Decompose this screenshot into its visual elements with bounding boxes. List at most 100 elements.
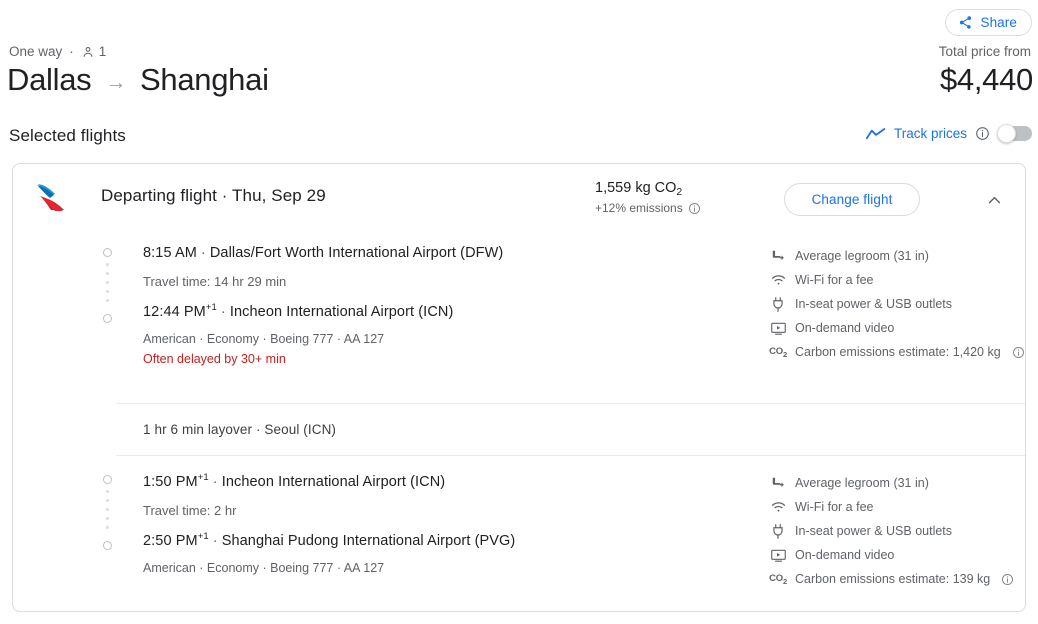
layover-info: 1 hr 6 min layover · Seoul (ICN) [143,422,337,437]
leg-2-amenities: Average legroom (31 in) Wi-Fi for a fee [769,471,1014,591]
emissions-info-icon[interactable] [688,202,701,215]
amenity-label: In-seat power & USB outlets [795,524,953,538]
leg-1-depart-time: 8:15 AM [143,245,197,261]
divider-above-layover [116,403,1025,404]
amenity-wifi: Wi-Fi for a fee [770,268,1025,292]
passenger-count-group: 1 [81,44,107,59]
leg-1-meta: American · Economy · Boeing 777 · AA 127 [143,331,385,346]
carbon-info-icon[interactable] [1012,346,1025,359]
leg-1-amenities: Average legroom (31 in) Wi-Fi for a fee [769,244,1025,364]
page-title: Selected flights [9,126,126,145]
leg-2-meta: American · Economy · Boeing 777 · AA 127 [143,560,385,575]
destination-city: Shanghai [140,62,269,97]
flight-results-page: Share One way · 1 Dallas → Shanghai Tota… [0,0,1038,624]
leg-2-body: 1:50 PM+1 · Incheon International Airport … [143,472,515,575]
power-plug-icon [770,296,786,312]
total-price-value: $4,440 [939,62,1033,97]
amenity-label: In-seat power & USB outlets [795,297,953,311]
passenger-count: 1 [98,44,107,59]
dot-separator: · [212,473,218,490]
flight-card-title: Departing flight · Thu, Sep 29 [101,186,326,205]
leg-2-departure-row: 1:50 PM+1 · Incheon International Airport … [143,472,515,490]
amenity-label: Carbon emissions estimate: 1,420 kg [795,345,1001,359]
divider-below-layover [116,455,1025,456]
amenity-power: In-seat power & USB outlets [770,519,1014,543]
origin-city: Dallas [7,62,92,97]
wifi-icon [770,501,786,513]
amenity-video: On-demand video [770,316,1025,340]
emissions-delta-row: +12% emissions [595,201,701,215]
emissions-total-text: 1,559 kg CO [595,180,677,196]
leg-1-departure-row: 8:15 AM · Dallas/Fort Worth International … [143,245,503,261]
flight-leg-1: 8:15 AM · Dallas/Fort Worth International … [13,237,1025,399]
co2-icon: CO2 [769,572,787,586]
timeline-dots [106,490,109,535]
leg-2-depart-day-offset: +1 [197,472,209,483]
route-arrow-icon: → [105,70,127,94]
trip-meta: One way · 1 [9,44,106,59]
amenity-legroom: Average legroom (31 in) [770,244,1025,268]
amenity-label: Carbon emissions estimate: 139 kg [795,572,991,586]
track-prices-info-icon[interactable] [975,126,990,141]
timeline-depart-dot [103,475,112,484]
share-button[interactable]: Share [945,9,1032,36]
change-flight-button[interactable]: Change flight [784,183,920,216]
flight-leg-2: 1:50 PM+1 · Incheon International Airport … [13,464,1025,609]
timeline-depart-dot [103,248,112,257]
trip-type-label: One way [9,44,63,59]
amenity-legroom: Average legroom (31 in) [770,471,1014,495]
track-prices-toggle[interactable] [997,124,1032,143]
amenity-label: Average legroom (31 in) [795,476,929,490]
video-icon [770,322,786,335]
dot-separator: · [200,245,206,261]
amenity-wifi: Wi-Fi for a fee [770,495,1014,519]
american-airlines-logo [35,182,71,214]
trending-up-icon [865,127,886,141]
share-icon [958,15,973,30]
toggle-knob [997,124,1016,143]
meta-separator: · [69,44,74,59]
leg-1-arrive-time: 12:44 PM [143,303,206,320]
emissions-total: 1,559 kg CO2 [595,180,701,198]
leg-1-travel-time: Travel time: 14 hr 29 min [143,274,287,289]
carbon-info-icon[interactable] [1001,573,1014,586]
selected-flight-card: Departing flight · Thu, Sep 29 1,559 kg … [12,163,1026,612]
share-button-label: Share [980,15,1017,30]
emissions-delta-label: +12% emissions [595,201,683,215]
person-icon [81,45,95,59]
wifi-icon [770,274,786,286]
total-price-label: Total price from [938,44,1031,59]
leg-1-delay-warning: Often delayed by 30+ min [143,351,286,366]
legroom-icon [770,476,786,490]
route-heading: Dallas → Shanghai [7,62,269,98]
power-plug-icon [770,523,786,539]
leg-2-depart-time: 1:50 PM [143,473,198,490]
leg-2-arrive-airport: Shanghai Pudong International Airport (P… [221,532,516,549]
amenity-carbon-emissions: CO2 Carbon emissions estimate: 139 kg [769,567,1014,591]
leg-1-body: 8:15 AM · Dallas/Fort Worth International … [143,245,503,366]
leg-2-arrival-row: 2:50 PM+1 · Shanghai Pudong International … [143,531,515,549]
co2-icon: CO2 [769,345,787,359]
amenity-label: Wi-Fi for a fee [795,500,874,514]
video-icon [770,549,786,562]
amenity-video: On-demand video [770,543,1014,567]
dot-separator: · [212,532,218,549]
leg-2-arrive-day-offset: +1 [197,530,209,542]
leg-2-travel-time: Travel time: 2 hr [143,502,237,518]
emissions-subscript: 2 [676,186,683,198]
timeline-arrive-dot [103,314,112,323]
leg-1-depart-airport: Dallas/Fort Worth International Airport … [209,245,504,261]
legroom-icon [770,249,786,263]
collapse-flight-button[interactable] [980,186,1008,214]
timeline-dots [106,263,109,308]
leg-2-depart-airport: Incheon International Airport (ICN) [221,473,446,490]
leg-1-arrive-airport: Incheon International Airport (ICN) [229,303,454,320]
track-prices-label: Track prices [893,126,967,141]
track-prices-group[interactable]: Track prices [865,124,1032,143]
timeline-arrive-dot [103,541,112,550]
amenity-label: On-demand video [795,548,895,562]
chevron-up-icon [986,192,1003,209]
amenity-label: On-demand video [795,321,895,335]
emissions-summary: 1,559 kg CO2 +12% emissions [595,180,701,215]
leg-1-arrival-row: 12:44 PM+1 · Incheon International Airport… [143,302,503,320]
